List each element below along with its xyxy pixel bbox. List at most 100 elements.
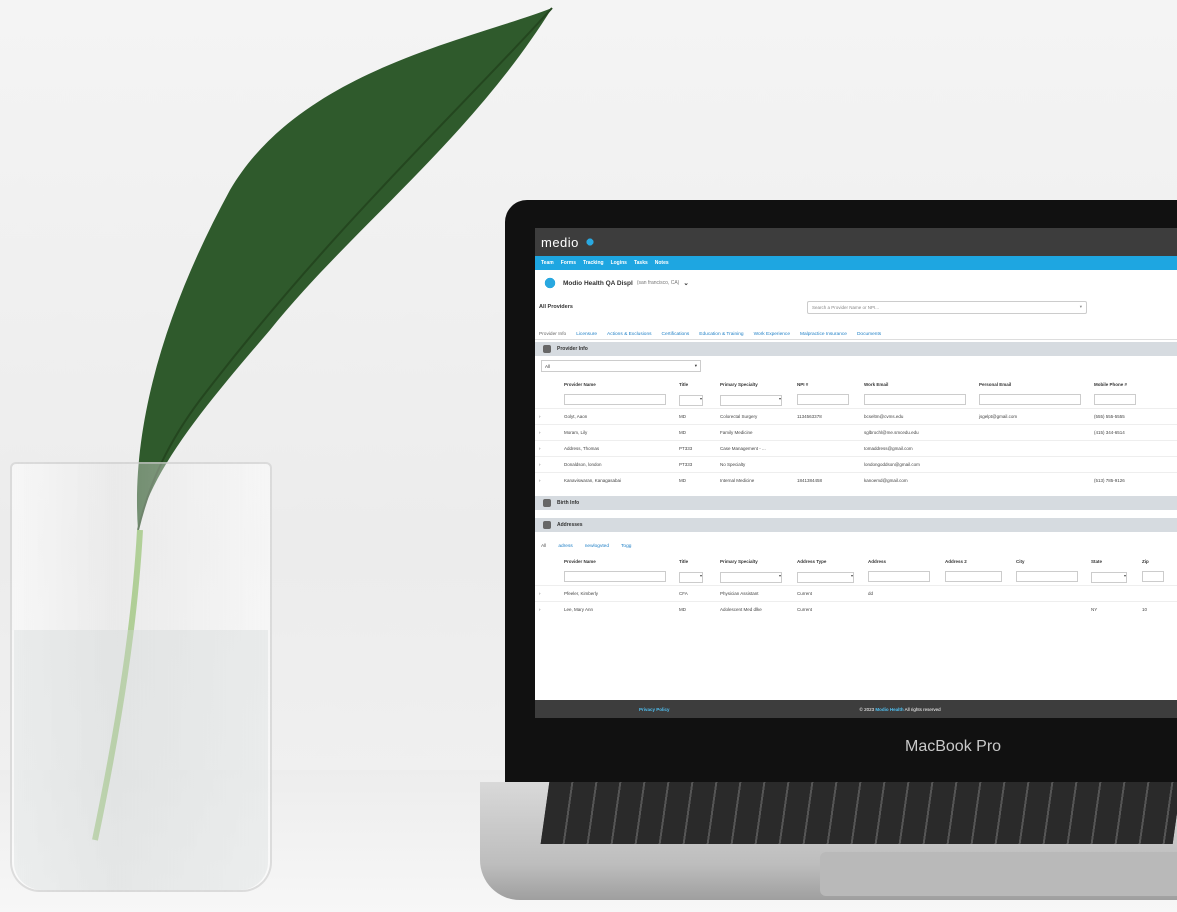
specialty-filter-select[interactable]: ▾ [720,394,782,406]
table-cell: Internal Medicine [716,472,793,488]
column-header[interactable]: Personal Email [975,376,1090,392]
column-header[interactable]: Primary Specialty [716,553,793,569]
nav-team[interactable]: Team [541,260,554,266]
column-header[interactable]: Title [675,376,716,392]
title-filter-select[interactable]: ▾ [679,571,703,583]
filter-row: ▾ ▾ [535,392,1177,409]
npi-filter-input[interactable] [797,394,849,405]
column-header[interactable]: Mobile Phone # [1090,376,1177,392]
expand-chevron-icon[interactable]: › [535,585,560,602]
nav-forms[interactable]: Forms [561,260,576,266]
tab-provider-info[interactable]: Provider Info [539,332,566,337]
org-name[interactable]: Modio Health QA Displ [563,280,633,287]
subtab-all[interactable]: All [541,544,546,549]
birth-info-section[interactable]: Birth Info [535,496,1177,510]
address-type-filter-select[interactable]: ▾ [797,571,854,583]
name-filter-input[interactable] [564,394,666,405]
expand-chevron-icon[interactable]: › [535,424,560,441]
column-header[interactable]: Primary Specialty [716,376,793,392]
filter-row: ▾ ▾ ▾ ▾ [535,569,1177,586]
address-filter-input[interactable] [868,571,930,582]
main-nav: Team Forms Tracking Logins Tasks Notes [535,256,1177,270]
table-row[interactable]: › Kanaviswaran, Kanagasabai MD Internal … [535,472,1177,488]
table-cell: jsgelpt@gmail.com [975,408,1090,425]
provider-info-section[interactable]: Provider Info [535,342,1177,356]
table-cell: Pfeeler, Kimberly [560,585,675,602]
filter-cell [975,392,1090,409]
table-cell [793,424,860,441]
subtab-togg[interactable]: Togg [621,544,631,549]
provider-search-input[interactable]: Search a Provider Name or NPI... ▾ [807,300,1087,314]
subtab-newlogvted[interactable]: newlogvted [585,544,609,549]
table-cell: 10 [1138,601,1177,617]
filter-cell [535,569,560,586]
column-header[interactable]: Address [864,553,941,569]
nav-notes[interactable]: Notes [655,260,669,266]
specialty-filter-select[interactable]: ▾ [720,571,782,583]
title-filter-select[interactable]: ▾ [679,394,703,406]
footer-brand-link[interactable]: Modio Health [875,707,903,712]
tab-actions-exclusions[interactable]: Actions & Exclusions [607,332,652,337]
personal-email-filter-input[interactable] [979,394,1081,405]
provider-tabs: Provider Info Licensure Actions & Exclus… [535,318,1177,340]
column-header[interactable]: Title [675,553,716,569]
zip-filter-input[interactable] [1142,571,1164,582]
column-header[interactable]: Work Email [860,376,975,392]
name-filter-input[interactable] [564,571,666,582]
filter-select[interactable]: All ▾ [541,360,701,372]
expand-chevron-icon[interactable]: › [535,408,560,425]
tab-malpractice-insurance[interactable]: Malpractice Insurance [800,332,847,337]
column-header[interactable]: Address 2 [941,553,1012,569]
table-cell: MD [675,424,716,441]
table-cell: PT333 [675,440,716,457]
filter-cell [1090,392,1177,409]
column-header[interactable]: Address Type [793,553,864,569]
tab-certifications[interactable]: Certifications [662,332,690,337]
table-row[interactable]: › Moram, Lily MD Family Medicine sglbroc… [535,424,1177,441]
column-header[interactable]: NPI # [793,376,860,392]
app-logo[interactable]: medio [541,235,579,250]
nav-logins[interactable]: Logins [611,260,627,266]
filter-cell [941,569,1012,586]
city-filter-input[interactable] [1016,571,1078,582]
table-row[interactable]: › Lee, Mary Ann MD Adolescent Med dlke C… [535,601,1177,617]
state-filter-select[interactable]: ▾ [1091,571,1127,583]
table-cell: 1841384458 [793,472,860,488]
table-cell [1087,585,1138,602]
tab-education-training[interactable]: Education & Training [699,332,743,337]
filter-cell: ▾ [1087,569,1138,586]
work-email-filter-input[interactable] [864,394,966,405]
column-header[interactable]: Provider Name [560,553,675,569]
chevron-down-icon[interactable]: ⌄ [683,279,688,287]
table-row[interactable]: › Address, Thomas PT333 Case Management … [535,440,1177,457]
column-header[interactable]: State [1087,553,1138,569]
nav-tasks[interactable]: Tasks [634,260,648,266]
address2-filter-input[interactable] [945,571,1002,582]
table-row[interactable]: › Pfeeler, Kimberly CFA Physician Assist… [535,585,1177,602]
nav-tracking[interactable]: Tracking [583,260,604,266]
tab-licensure[interactable]: Licensure [576,332,597,337]
table-cell: kanoemd@gmail.com [860,472,975,488]
expand-col-header [535,553,560,569]
privacy-policy-link[interactable]: Privacy Policy [639,707,670,712]
expand-chevron-icon[interactable]: › [535,440,560,457]
column-header[interactable]: City [1012,553,1087,569]
table-cell: Current [793,601,864,617]
tab-documents[interactable]: Documents [857,332,881,337]
table-row[interactable]: › Golyt, Aaon MD Colorectal Surgery 1134… [535,408,1177,425]
table-cell: Adolescent Med dlke [716,601,793,617]
expand-chevron-icon[interactable]: › [535,601,560,617]
column-header[interactable]: Zip [1138,553,1177,569]
expand-chevron-icon[interactable]: › [535,456,560,473]
addresses-section[interactable]: Addresses [535,518,1177,532]
table-row[interactable]: › Donaldson, london PT333 No Specialty l… [535,456,1177,473]
expand-chevron-icon[interactable]: › [535,472,560,488]
subtab-adress[interactable]: adress [558,544,572,549]
column-header[interactable]: Provider Name [560,376,675,392]
tab-work-experience[interactable]: Work Experience [754,332,790,337]
table-cell: Family Medicine [716,424,793,441]
phone-filter-input[interactable] [1094,394,1136,405]
laptop-keyboard [540,782,1177,844]
org-header: Modio Health QA Displ (san francisco, CA… [535,270,1177,296]
table-cell [793,440,860,457]
